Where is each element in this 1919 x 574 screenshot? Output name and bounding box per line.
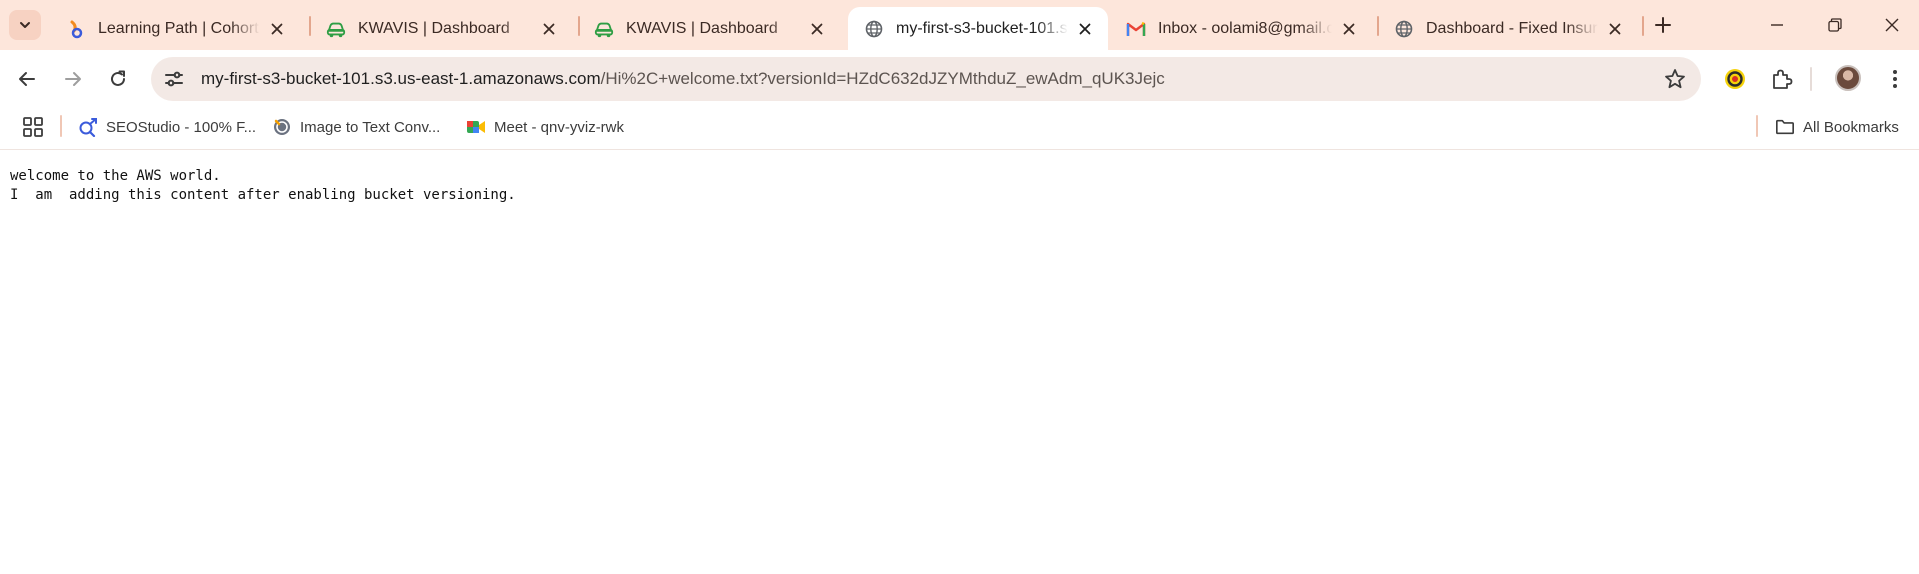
reload-icon [111,70,125,86]
close-tab-icon[interactable] [266,18,288,40]
close-tab-icon[interactable] [1338,18,1360,40]
profile-avatar[interactable] [1835,65,1861,91]
arrow-left-icon [19,72,35,86]
text-line: welcome to the AWS world. [10,168,221,184]
tab-s3-bucket-active[interactable]: my-first-s3-bucket-101.s3.us-east-1 [848,7,1108,50]
tab-title: my-first-s3-bucket-101.s3.us-east-1 [896,19,1068,37]
new-tab-button[interactable] [1649,11,1677,39]
tab-fixed-insurance-dashboard[interactable]: Dashboard - Fixed Insurance [1378,7,1638,50]
reload-button[interactable] [100,61,136,97]
page-content: welcome to the AWS world. I am adding th… [0,151,1919,574]
apps-grid-icon[interactable] [22,116,44,138]
address-bar[interactable]: my-first-s3-bucket-101.s3.us-east-1.amaz… [151,57,1701,101]
url-path: /Hi%2C+welcome.txt?versionId=HZdC632dJZY… [600,69,1165,88]
url-text[interactable]: my-first-s3-bucket-101.s3.us-east-1.amaz… [201,69,1165,89]
extension-norton-icon[interactable] [1720,64,1750,94]
tab-title: KWAVIS | Dashboard [358,19,510,37]
tab-search-button[interactable] [9,10,41,40]
arrow-right-icon [65,72,81,86]
close-tab-icon[interactable] [538,18,560,40]
kwavis-car-favicon-icon [594,19,614,39]
minimize-icon [1771,24,1783,26]
folder-icon [1775,117,1795,137]
kwavis-car-favicon-icon [326,19,346,39]
tab-strip: Learning Path | CohortProject KWAVIS | D… [0,0,1919,50]
forward-button[interactable] [55,61,91,97]
bookmark-label: Image to Text Conv... [300,118,441,136]
bookmark-star-icon[interactable] [1663,67,1687,91]
site-info-icon[interactable] [161,66,187,92]
close-window-button[interactable] [1877,10,1907,40]
globe-favicon-icon [864,19,884,39]
bookmarks-separator [1756,115,1758,137]
bookmark-seostudio[interactable]: SEOStudio - 100% F... [78,113,256,141]
all-bookmarks-label: All Bookmarks [1803,118,1899,136]
image-to-text-icon [272,117,292,137]
chevron-down-icon [20,22,30,28]
close-tab-icon[interactable] [806,18,828,40]
bookmark-label: SEOStudio - 100% F... [106,118,257,136]
toolbar-separator [1810,67,1812,91]
back-button[interactable] [9,61,45,97]
tab-title: Inbox - oolami8@gmail.com [1158,19,1332,37]
tab-title: KWAVIS | Dashboard [626,19,778,37]
restore-window-button[interactable] [1820,10,1850,40]
tab-title: Learning Path | CohortProject [98,19,260,37]
plus-icon [1655,17,1671,33]
gmail-favicon-icon [1126,19,1146,39]
tab-title: Dashboard - Fixed Insurance [1426,19,1598,37]
close-tab-icon[interactable] [1074,18,1096,40]
url-host: my-first-s3-bucket-101.s3.us-east-1.amaz… [201,69,601,88]
google-meet-icon [466,117,486,137]
tab-gmail-inbox[interactable]: Inbox - oolami8@gmail.com [1110,7,1372,50]
text-file-content: welcome to the AWS world. I am adding th… [10,167,516,205]
minimize-window-button[interactable] [1762,10,1792,40]
seostudio-icon [78,117,98,137]
bookmark-image-to-text[interactable]: Image to Text Conv... [272,113,440,141]
bookmark-label: Meet - qnv-yviz-rwk [494,118,625,136]
close-icon [1885,18,1899,32]
tab-kwavis-dashboard-2[interactable]: KWAVIS | Dashboard [578,7,840,50]
restore-icon [1828,18,1842,32]
browser-menu-icon[interactable] [1880,64,1910,94]
extensions-puzzle-icon[interactable] [1767,64,1797,94]
tab-kwavis-dashboard-1[interactable]: KWAVIS | Dashboard [310,7,572,50]
globe-favicon-icon [1394,19,1414,39]
tab-separator [1642,16,1644,36]
bookmark-google-meet[interactable]: Meet - qnv-yviz-rwk [466,113,624,141]
learning-path-favicon-icon [66,19,86,39]
text-line: I am adding this content after enabling … [10,187,516,203]
bookmarks-separator [60,115,62,137]
close-tab-icon[interactable] [1604,18,1626,40]
tab-learning-path[interactable]: Learning Path | CohortProject [50,7,300,50]
all-bookmarks-folder[interactable]: All Bookmarks [1775,113,1899,141]
